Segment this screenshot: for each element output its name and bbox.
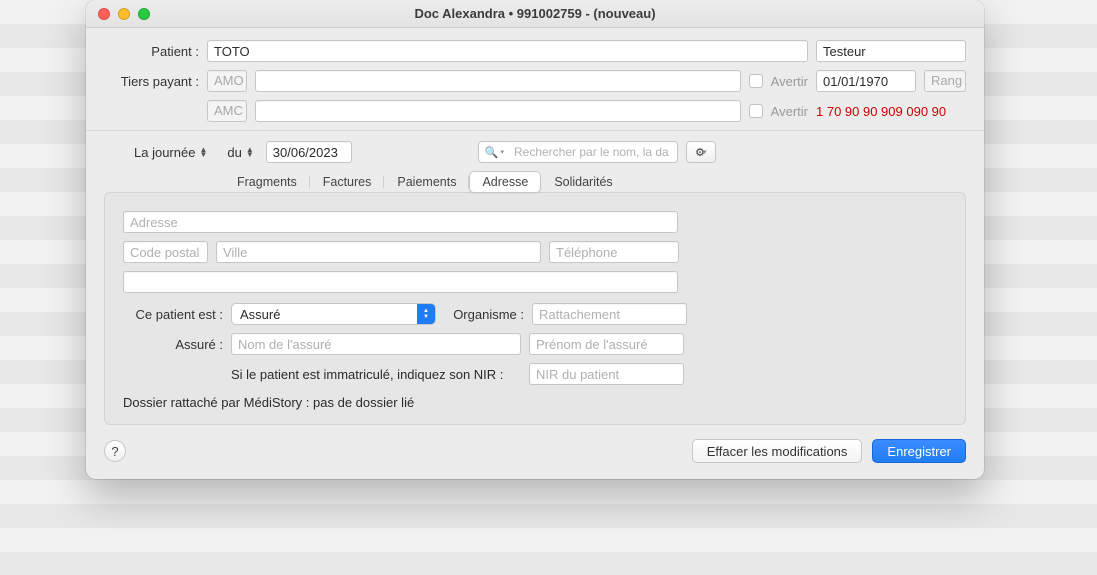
search-field[interactable]: 🔍▾ — [478, 141, 678, 163]
city-input[interactable] — [216, 241, 541, 263]
assure-nom-input[interactable] — [231, 333, 521, 355]
patient-row: Patient : — [104, 40, 966, 62]
help-icon: ? — [111, 444, 118, 459]
assure-label: Assuré : — [123, 337, 223, 352]
avertir-amc-label: Avertir — [771, 104, 808, 119]
avertir-amo-label: Avertir — [771, 74, 808, 89]
tiers-label: Tiers payant : — [104, 74, 199, 89]
scope-value: La journée — [134, 145, 195, 160]
extra-line-input[interactable] — [123, 271, 678, 293]
avertir-amo-checkbox[interactable] — [749, 74, 763, 88]
phone-input[interactable] — [549, 241, 679, 263]
dossier-link-text: Dossier rattaché par MédiStory : pas de … — [123, 395, 947, 410]
tab-solidarites[interactable]: Solidarités — [541, 171, 625, 193]
amo-badge: AMO — [207, 70, 247, 92]
tab-factures[interactable]: Factures — [310, 171, 385, 193]
filter-date-input[interactable] — [266, 141, 352, 163]
postal-input[interactable] — [123, 241, 208, 263]
address-panel: Ce patient est : Assuré Organisme : Assu… — [104, 192, 966, 425]
divider — [86, 130, 984, 131]
cancel-button[interactable]: Effacer les modifications — [692, 439, 863, 463]
rang-badge: Rang — [924, 70, 966, 92]
content-area: Patient : Tiers payant : AMO Avertir Ran… — [86, 28, 984, 479]
organisme-label: Organisme : — [444, 307, 524, 322]
tab-paiements[interactable]: Paiements — [384, 171, 469, 193]
address-input[interactable] — [123, 211, 678, 233]
amc-input[interactable] — [255, 100, 741, 122]
scope-select[interactable]: La journée ▲▼ — [126, 141, 211, 163]
nir-input[interactable] — [529, 363, 684, 385]
footer: ? Effacer les modifications Enregistrer — [104, 439, 966, 463]
app-window: Doc Alexandra • 991002759 - (nouveau) Pa… — [86, 0, 984, 479]
updown-icon: ▲▼ — [199, 147, 207, 157]
chevron-down-icon: ▾ — [500, 148, 504, 156]
settings-button[interactable]: ⚙▾ — [686, 141, 716, 163]
tab-bar: Fragments Factures Paiements Adresse Sol… — [224, 171, 966, 193]
select-stepper-icon — [417, 304, 435, 324]
zoom-icon[interactable] — [138, 8, 150, 20]
amc-badge: AMC — [207, 100, 247, 122]
window-title: Doc Alexandra • 991002759 - (nouveau) — [86, 6, 984, 21]
birthdate-input[interactable] — [816, 70, 916, 92]
organisme-input[interactable] — [532, 303, 687, 325]
titlebar: Doc Alexandra • 991002759 - (nouveau) — [86, 0, 984, 28]
minimize-icon[interactable] — [118, 8, 130, 20]
tab-adresse[interactable]: Adresse — [469, 171, 541, 193]
patient-name-input[interactable] — [207, 40, 808, 62]
amc-row: AMC Avertir 1 70 90 90 909 090 90 — [104, 100, 966, 122]
search-icon: 🔍 — [485, 146, 499, 159]
amo-input[interactable] — [255, 70, 741, 92]
patient-label: Patient : — [104, 44, 199, 59]
tab-fragments[interactable]: Fragments — [224, 171, 310, 193]
nir-hint: Si le patient est immatriculé, indiquez … — [231, 367, 521, 382]
patient-is-value: Assuré — [240, 307, 280, 322]
search-input[interactable] — [508, 143, 675, 161]
patient-is-select[interactable]: Assuré — [231, 303, 436, 325]
from-label: du — [227, 145, 241, 160]
chevron-down-icon: ▾ — [703, 148, 707, 156]
avertir-amc-checkbox[interactable] — [749, 104, 763, 118]
filter-toolbar: La journée ▲▼ du ▲▼ 🔍▾ ⚙▾ — [126, 141, 966, 163]
traffic-lights — [86, 8, 150, 20]
help-button[interactable]: ? — [104, 440, 126, 462]
tester-input[interactable] — [816, 40, 966, 62]
assure-prenom-input[interactable] — [529, 333, 684, 355]
updown-icon: ▲▼ — [246, 147, 254, 157]
amo-row: Tiers payant : AMO Avertir Rang — [104, 70, 966, 92]
save-button[interactable]: Enregistrer — [872, 439, 966, 463]
from-select[interactable]: du ▲▼ — [219, 141, 257, 163]
nss-value: 1 70 90 90 909 090 90 — [816, 104, 966, 119]
patient-is-label: Ce patient est : — [123, 307, 223, 322]
close-icon[interactable] — [98, 8, 110, 20]
